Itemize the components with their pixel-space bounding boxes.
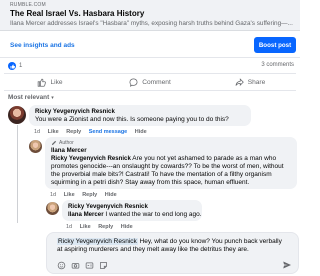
facebook-post-comments: RUMBLE.COM The Real Israel Vs. Hasbara H…	[0, 0, 300, 276]
thread-line	[17, 125, 18, 223]
comment-count[interactable]: 3 comments	[261, 62, 294, 68]
like-link[interactable]: Like	[64, 192, 75, 198]
comment-author[interactable]: Ilana Mercer	[68, 211, 104, 218]
comment-text: Ilana Mercer I wanted the war to end lon…	[68, 211, 202, 219]
comment-meta: 1d Like Reply Hide	[50, 192, 123, 198]
link-domain: RUMBLE.COM	[10, 2, 46, 8]
boost-post-button[interactable]: Boost post	[254, 37, 296, 53]
chevron-down-icon: ▾	[51, 95, 54, 101]
avatar[interactable]	[8, 106, 26, 124]
comment-bubble: Author Ilana Mercer Ricky Yevgenyvich Re…	[45, 137, 297, 189]
reply-link[interactable]: Reply	[98, 224, 113, 230]
hide-link[interactable]: Hide	[105, 192, 117, 198]
comment-age[interactable]: 1d	[66, 224, 72, 230]
share-arrow-icon	[235, 77, 244, 86]
pen-icon	[51, 140, 57, 146]
post-action-bar: Like Comment Share	[0, 75, 300, 89]
share-button[interactable]: Share	[200, 75, 300, 89]
link-description: Ilana Mercer addresses Israel's "Hasbara…	[10, 20, 293, 27]
avatar[interactable]	[46, 202, 59, 215]
author-tag-label: Author	[59, 140, 74, 146]
comment-meta: 1d Like Reply Hide	[66, 224, 139, 230]
divider	[0, 57, 300, 58]
comment-author[interactable]: Ricky Yevgenyvich Resnick	[35, 108, 115, 115]
thumbs-up-icon	[38, 78, 47, 87]
comment-meta: 1d Like Reply Send message Hide	[34, 129, 153, 135]
comment-sort-dropdown[interactable]: Most relevant ▾	[8, 94, 54, 101]
like-label: Like	[50, 78, 63, 86]
link-title[interactable]: The Real Israel Vs. Hasbara History	[10, 9, 144, 18]
hide-link[interactable]: Hide	[121, 224, 133, 230]
share-label: Share	[247, 78, 266, 86]
send-message-link[interactable]: Send message	[89, 129, 128, 135]
avatar[interactable]	[29, 140, 42, 153]
comment-button[interactable]: Comment	[100, 75, 200, 89]
divider	[4, 90, 296, 91]
comment-age[interactable]: 1d	[34, 129, 40, 135]
reply-input[interactable]: Ricky Yevgenyvich Resnick Hey, what do y…	[57, 238, 289, 254]
comment-bubble: Ricky Yevgenyvich Resnick You were a Zio…	[29, 105, 251, 126]
reply-composer[interactable]: Ricky Yevgenyvich Resnick Hey, what do y…	[46, 232, 299, 274]
mention-tag[interactable]: Ricky Yevgenyvich Resnick	[57, 238, 138, 245]
like-badge-icon	[8, 62, 16, 70]
comment-label: Comment	[142, 78, 171, 86]
comment-age[interactable]: 1d	[50, 192, 56, 198]
reaction-count: 1	[19, 63, 23, 69]
hide-link[interactable]: Hide	[135, 129, 147, 135]
comment-body: I wanted the war to end long ago.	[105, 211, 202, 218]
reaction-summary[interactable]: 1	[8, 61, 22, 71]
comment-text: You were a Zionist and now this. Is some…	[35, 116, 229, 123]
like-link[interactable]: Like	[80, 224, 91, 230]
comment-text: Ricky Yevgenyvich Resnick Are you not ye…	[51, 155, 293, 187]
comment-bubble: Ricky Yevgenyvich Resnick Ilana Mercer I…	[62, 200, 202, 221]
speech-bubble-icon	[129, 78, 138, 87]
mention[interactable]: Ricky Yevgenyvich Resnick	[68, 203, 148, 210]
link-preview[interactable]: RUMBLE.COM The Real Israel Vs. Hasbara H…	[0, 0, 300, 31]
gif-icon[interactable]	[85, 261, 94, 270]
reply-link[interactable]: Reply	[66, 129, 81, 135]
camera-icon[interactable]	[71, 261, 80, 270]
like-button[interactable]: Like	[0, 75, 100, 89]
like-link[interactable]: Like	[48, 129, 59, 135]
send-icon[interactable]	[282, 260, 292, 270]
see-insights-link[interactable]: See insights and ads	[10, 42, 75, 49]
comment-author[interactable]: Ilana Mercer	[51, 147, 87, 154]
author-badge: Author	[51, 140, 74, 146]
reply-link[interactable]: Reply	[82, 192, 97, 198]
reply-tools	[57, 261, 113, 270]
sticker-icon[interactable]	[99, 261, 108, 270]
divider	[4, 73, 296, 74]
sort-label: Most relevant	[8, 94, 50, 101]
emoji-icon[interactable]	[57, 261, 66, 270]
mention[interactable]: Ricky Yevgenyvich Resnick	[51, 155, 131, 162]
